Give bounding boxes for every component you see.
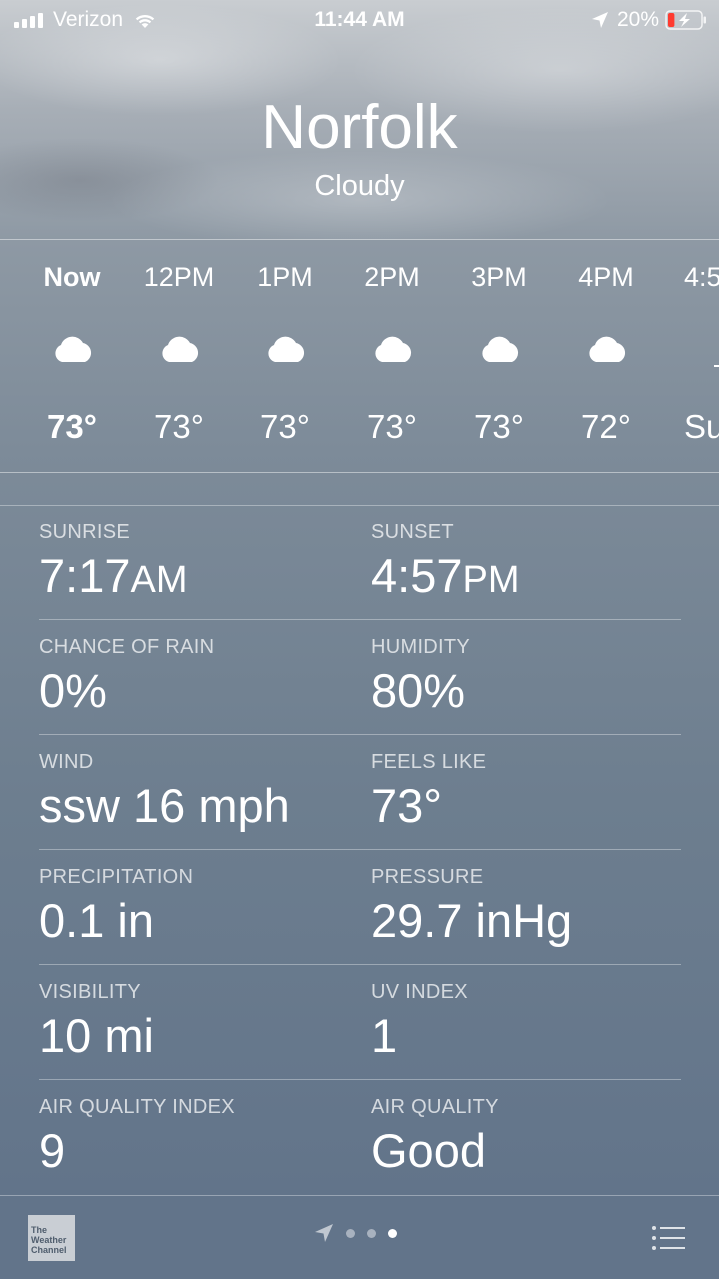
detail-row: SUNRISE 7:17AM SUNSET 4:57PM (39, 505, 681, 620)
feels-like-cell: FEELS LIKE 73° (371, 751, 486, 833)
detail-value: ssw 16 mph (39, 779, 290, 832)
sunset-ampm: PM (462, 559, 520, 601)
detail-label: VISIBILITY (39, 981, 141, 1003)
detail-row: WIND ssw 16 mph FEELS LIKE 73° (39, 735, 681, 850)
hour-label: 4PM (578, 262, 634, 292)
hour-temp: 73° (260, 408, 310, 445)
sunrise-time: 7:17 (39, 549, 131, 602)
page-dot (346, 1228, 355, 1238)
detail-value: 29.7 inHg (371, 894, 573, 947)
page-indicator[interactable] (314, 1223, 397, 1243)
cloud-icon (482, 336, 519, 362)
hour-temp: 73° (474, 408, 524, 445)
pressure-cell: PRESSURE 29.7 inHg (371, 866, 572, 948)
humidity-cell: HUMIDITY 80% (371, 636, 470, 718)
detail-label: AIR QUALITY (371, 1096, 499, 1118)
page-dot-active (388, 1228, 397, 1238)
detail-value: 4:57PM (371, 548, 519, 603)
current-condition: Cloudy (314, 170, 405, 202)
hour-label: 12PM (143, 262, 215, 292)
sunrise-ampm: AM (130, 559, 188, 601)
cloud-icon (55, 336, 92, 362)
detail-value: Good (371, 1124, 486, 1177)
wind-cell: WIND ssw 16 mph (39, 751, 290, 833)
sunset-time: 4:57 (371, 549, 463, 602)
detail-value: 10 mi (39, 1009, 154, 1062)
hour-label: 2PM (364, 262, 420, 292)
detail-row: CHANCE OF RAIN 0% HUMIDITY 80% (39, 620, 681, 735)
hour-temp: 73° (154, 408, 204, 445)
chance-of-rain-cell: CHANCE OF RAIN 0% (39, 636, 214, 718)
detail-label: AIR QUALITY INDEX (39, 1096, 235, 1118)
city-name: Norfolk (261, 93, 458, 162)
hour-label: 4:5 (684, 262, 719, 292)
detail-value: 7:17AM (39, 548, 187, 603)
detail-label: PRECIPITATION (39, 866, 194, 888)
detail-value: 0.1 in (39, 894, 154, 947)
detail-row: PRECIPITATION 0.1 in PRESSURE 29.7 inHg (39, 850, 681, 965)
hour-temp: 73° (47, 408, 97, 445)
detail-row: AIR QUALITY INDEX 9 AIR QUALITY Good (39, 1080, 681, 1195)
air-quality-index-cell: AIR QUALITY INDEX 9 (39, 1096, 235, 1178)
status-bar: Verizon 11:44 AM 20% (0, 0, 719, 40)
weather-channel-logo[interactable]: The Weather Channel (28, 1215, 75, 1261)
detail-label: WIND (39, 751, 94, 773)
detail-label: UV INDEX (371, 981, 468, 1003)
uv-index-cell: UV INDEX 1 (371, 981, 468, 1063)
cloud-icon (162, 336, 199, 362)
detail-value: 1 (371, 1009, 398, 1062)
sunrise-cell: SUNRISE 7:17AM (39, 521, 187, 603)
detail-label: SUNRISE (39, 521, 131, 543)
battery-percent: 20% (616, 8, 659, 31)
detail-value: 73° (371, 779, 443, 832)
hour-temp: 72° (581, 408, 631, 445)
detail-label: SUNSET (371, 521, 454, 543)
weather-details: SUNRISE 7:17AM SUNSET 4:57PM CHANCE OF R… (39, 505, 681, 1195)
detail-label: CHANCE OF RAIN (39, 636, 215, 658)
precipitation-cell: PRECIPITATION 0.1 in (39, 866, 193, 948)
detail-value: 9 (39, 1124, 66, 1177)
cloud-icon (589, 336, 626, 362)
hour-temp: 73° (367, 408, 417, 445)
hourly-forecast[interactable]: Now 73° 12PM 73° 1PM 73° 2PM 73° 3PM 73°… (0, 239, 719, 473)
battery-charging-icon (665, 10, 706, 30)
detail-label: PRESSURE (371, 866, 484, 888)
bottom-toolbar: The Weather Channel (0, 1195, 719, 1279)
visibility-cell: VISIBILITY 10 mi (39, 981, 154, 1063)
status-right: 20% (591, 8, 707, 32)
list-icon[interactable] (651, 1224, 685, 1252)
sunset-cell: SUNSET 4:57PM (371, 521, 519, 603)
hour-label: 3PM (471, 262, 527, 292)
hour-label: 1PM (257, 262, 313, 292)
air-quality-cell: AIR QUALITY Good (371, 1096, 499, 1178)
detail-value: 0% (39, 664, 107, 717)
cloud-icon (375, 336, 412, 362)
detail-value: 80% (371, 664, 466, 717)
hour-temp: Su (684, 408, 719, 445)
sunset-icon (714, 365, 719, 367)
page-dot (367, 1228, 376, 1238)
cloud-icon (268, 336, 305, 362)
current-location-icon (315, 1224, 333, 1242)
hour-label: Now (43, 262, 101, 292)
detail-row: VISIBILITY 10 mi UV INDEX 1 (39, 965, 681, 1080)
location-arrow-icon (591, 12, 608, 28)
detail-label: FEELS LIKE (371, 751, 487, 773)
detail-label: HUMIDITY (371, 636, 471, 658)
